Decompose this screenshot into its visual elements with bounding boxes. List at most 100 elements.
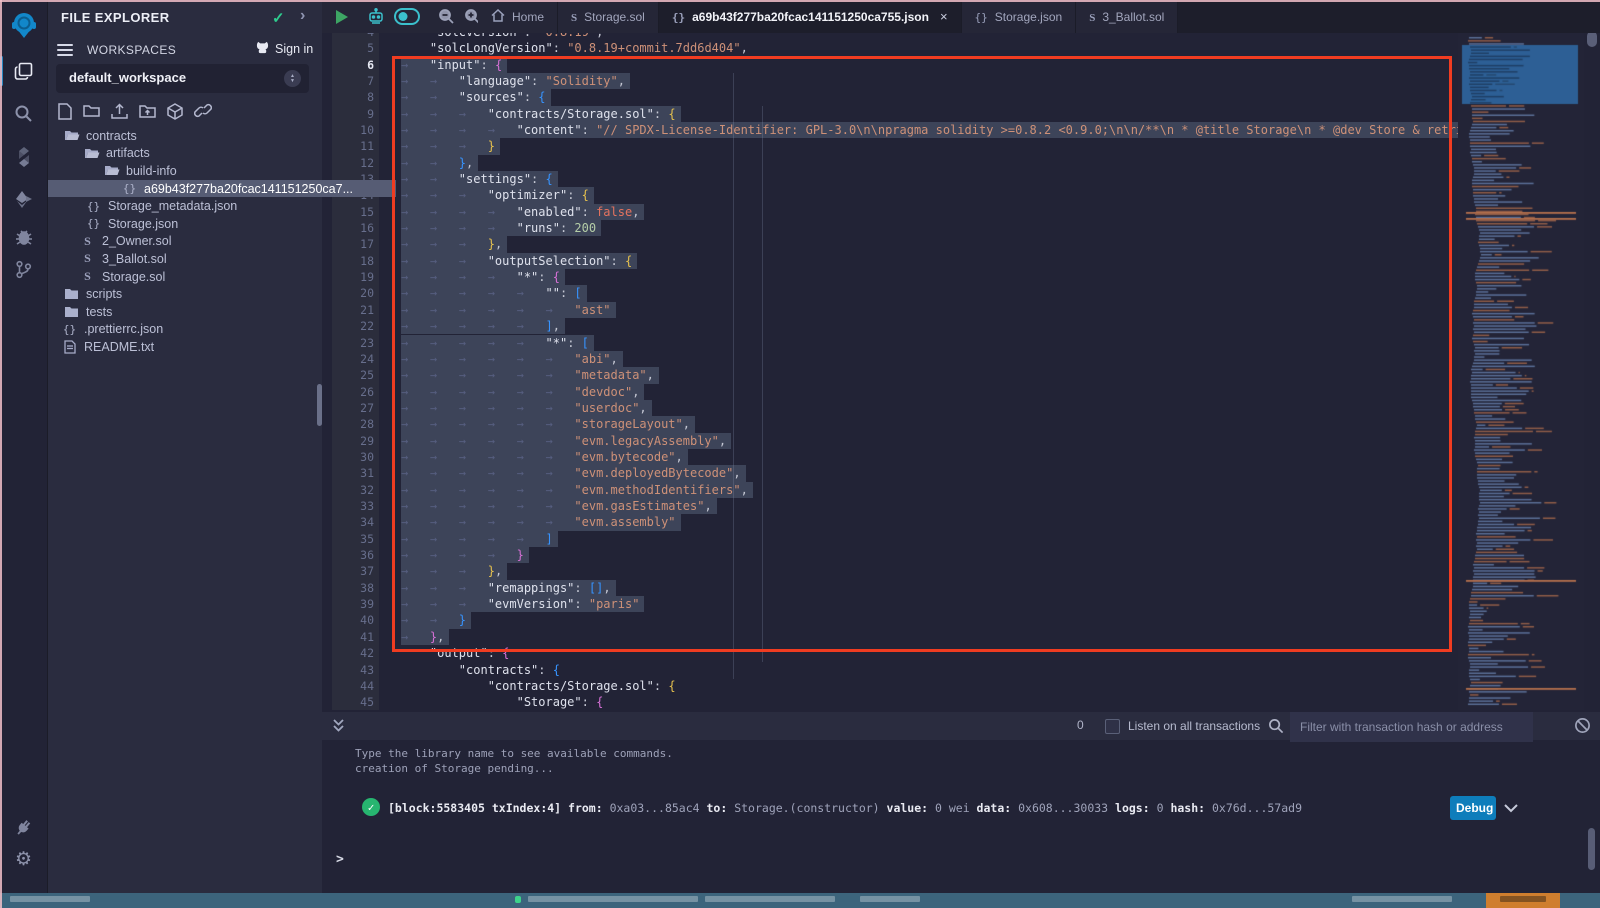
code-line-20[interactable]: 20→ → → → → "": [: [322, 285, 1458, 301]
code-line-12[interactable]: 12→ → },: [322, 155, 1458, 171]
code-line-16[interactable]: 16→ → → → "runs": 200: [322, 220, 1458, 236]
code-line-24[interactable]: 24→ → → → → → "abi",: [322, 351, 1458, 367]
code-line-11[interactable]: 11→ → → }: [322, 138, 1458, 154]
tab-3-ballot-sol[interactable]: S3_Ballot.sol: [1076, 0, 1178, 33]
code-line-25[interactable]: 25→ → → → → → "metadata",: [322, 367, 1458, 383]
code-line-9[interactable]: 9→ → → "contracts/Storage.sol": {: [322, 106, 1458, 122]
tree-item-2-owner-sol[interactable]: S2_Owner.sol: [47, 233, 354, 251]
tree-item-storage-json[interactable]: {}Storage.json: [47, 215, 360, 233]
code-line-21[interactable]: 21→ → → → → → "ast": [322, 302, 1458, 318]
github-sign-in-button[interactable]: Sign in: [255, 41, 313, 57]
code-line-22[interactable]: 22→ → → → → ],: [322, 318, 1458, 334]
panel-expand-chevron-icon[interactable]: ›: [300, 7, 305, 25]
code-line-18[interactable]: 18→ → → "outputSelection": {: [322, 253, 1458, 269]
code-line-28[interactable]: 28→ → → → → → "storageLayout",: [322, 416, 1458, 432]
tab-home[interactable]: Home: [478, 0, 558, 33]
plugin-manager-icon[interactable]: [0, 810, 47, 844]
code-line-26[interactable]: 26→ → → → → → "devdoc",: [322, 384, 1458, 400]
code-line-34[interactable]: 34→ → → → → → "evm.assembly": [322, 514, 1458, 530]
code-line-10[interactable]: 10→ → → → "content": "// SPDX-License-Id…: [322, 122, 1458, 138]
workspace-selector[interactable]: default_workspace ▲▼: [56, 64, 309, 93]
tab-a69b43f277ba20fcac141151250ca755-json[interactable]: {}a69b43f277ba20fcac141151250ca755.json×: [659, 0, 962, 33]
run-script-play-icon[interactable]: [334, 9, 349, 25]
code-line-6[interactable]: 6→ "input": {: [322, 57, 1458, 73]
code-line-32[interactable]: 32→ → → → → → "evm.methodIdentifiers",: [322, 482, 1458, 498]
tab-storage-json[interactable]: {}Storage.json: [962, 0, 1077, 33]
code-line-35[interactable]: 35→ → → → → ]: [322, 531, 1458, 547]
solidity-compiler-icon[interactable]: [0, 140, 47, 174]
terminal-search-icon[interactable]: [1268, 718, 1284, 738]
code-line-43[interactable]: 43→ → "contracts": {: [322, 662, 1458, 678]
publish-ipfs-icon[interactable]: [167, 103, 183, 123]
code-line-30[interactable]: 30→ → → → → → "evm.bytecode",: [322, 449, 1458, 465]
tree-item--prettierrc-json[interactable]: {}.prettierrc.json: [47, 321, 336, 339]
search-icon[interactable]: [0, 96, 47, 130]
tab-close-icon[interactable]: ×: [940, 9, 948, 24]
code-line-13[interactable]: 13→ → "settings": {: [322, 171, 1458, 187]
tree-item-a69b43f277ba20fcac141151250ca7-[interactable]: {}a69b43f277ba20fcac141151250ca7...: [47, 180, 396, 198]
code-editor[interactable]: 4→ "solcVersion": "0.8.19",5→ "solcLongV…: [322, 33, 1458, 710]
code-line-31[interactable]: 31→ → → → → → "evm.deployedBytecode",: [322, 465, 1458, 481]
transaction-log-line[interactable]: [block:5583405 txIndex:4] from: 0xa03...…: [388, 801, 1302, 815]
tree-item-storage-metadata-json[interactable]: {}Storage_metadata.json: [47, 197, 360, 215]
terminal-prompt[interactable]: >: [336, 852, 344, 867]
code-line-33[interactable]: 33→ → → → → → "evm.gasEstimates",: [322, 498, 1458, 514]
code-line-8[interactable]: 8→ → "sources": {: [322, 89, 1458, 105]
upload-folder-icon[interactable]: [139, 103, 156, 123]
workspaces-menu-icon[interactable]: [57, 44, 73, 56]
terminal-collapse-icon[interactable]: [332, 718, 345, 737]
tree-item-build-info[interactable]: build-info: [47, 162, 378, 180]
code-line-27[interactable]: 27→ → → → → → "userdoc",: [322, 400, 1458, 416]
listen-transactions-checkbox[interactable]: [1105, 719, 1120, 734]
code-line-17[interactable]: 17→ → → },: [322, 236, 1458, 252]
code-line-41[interactable]: 41→ },: [322, 629, 1458, 645]
code-line-23[interactable]: 23→ → → → → "*": [: [322, 335, 1458, 351]
upload-file-icon[interactable]: [111, 103, 128, 123]
ai-copilot-toggle-icon[interactable]: [394, 8, 420, 25]
code-line-14[interactable]: 14→ → → "optimizer": {: [322, 187, 1458, 203]
zoom-out-icon[interactable]: [438, 8, 455, 25]
code-line-44[interactable]: 44→ → → "contracts/Storage.sol": {: [322, 678, 1458, 694]
tree-item-storage-sol[interactable]: SStorage.sol: [47, 268, 354, 286]
code-line-45[interactable]: 45→ → → → "Storage": {: [322, 694, 1458, 710]
new-file-icon[interactable]: [58, 103, 72, 123]
editor-minimap[interactable]: [1458, 33, 1584, 710]
publish-gist-icon[interactable]: [194, 103, 212, 123]
editor-scrollbar[interactable]: [1584, 33, 1600, 710]
editor-scrollbar-thumb[interactable]: [1587, 31, 1597, 47]
code-line-7[interactable]: 7→ → "language": "Solidity",: [322, 73, 1458, 89]
code-line-42[interactable]: 42→ "output": {: [322, 645, 1458, 661]
tree-item-contracts[interactable]: contracts: [47, 127, 338, 145]
transaction-filter-input[interactable]: [1290, 712, 1533, 742]
git-icon[interactable]: [0, 252, 47, 286]
code-line-29[interactable]: 29→ → → → → → "evm.legacyAssembly",: [322, 433, 1458, 449]
tree-item-tests[interactable]: tests: [47, 303, 338, 321]
clear-console-ban-icon[interactable]: [1574, 717, 1591, 738]
remix-logo-icon[interactable]: [0, 8, 47, 42]
code-line-4[interactable]: 4→ "solcVersion": "0.8.19",: [322, 33, 1458, 40]
code-line-5[interactable]: 5→ "solcLongVersion": "0.8.19+commit.7dd…: [322, 40, 1458, 56]
debug-button[interactable]: Debug: [1450, 796, 1496, 820]
ai-assistant-robot-icon[interactable]: [367, 8, 385, 26]
tx-expand-chevron-icon[interactable]: [1504, 798, 1518, 817]
code-line-40[interactable]: 40→ → }: [322, 612, 1458, 628]
new-folder-icon[interactable]: [83, 103, 100, 123]
tree-item-3-ballot-sol[interactable]: S3_Ballot.sol: [47, 250, 354, 268]
listen-transactions-label[interactable]: Listen on all transactions: [1128, 719, 1260, 733]
code-line-15[interactable]: 15→ → → → "enabled": false,: [322, 204, 1458, 220]
code-line-38[interactable]: 38→ → → "remappings": [],: [322, 580, 1458, 596]
tree-item-readme-txt[interactable]: README.txt: [47, 338, 336, 356]
workspace-dropdown-arrows-icon[interactable]: ▲▼: [284, 70, 301, 87]
sidebar-scrollbar-thumb[interactable]: [317, 384, 322, 426]
tree-item-artifacts[interactable]: artifacts: [47, 145, 358, 163]
tree-item-scripts[interactable]: scripts: [47, 285, 338, 303]
code-line-19[interactable]: 19→ → → → "*": {: [322, 269, 1458, 285]
settings-gear-icon[interactable]: ⚙: [0, 842, 47, 876]
code-line-39[interactable]: 39→ → → "evmVersion": "paris": [322, 596, 1458, 612]
code-line-36[interactable]: 36→ → → → }: [322, 547, 1458, 563]
code-line-37[interactable]: 37→ → → },: [322, 563, 1458, 579]
file-explorer-icon[interactable]: [0, 54, 47, 88]
terminal-scrollbar-thumb[interactable]: [1588, 828, 1595, 870]
tab-storage-sol[interactable]: SStorage.sol: [558, 0, 659, 33]
debugger-icon[interactable]: [0, 220, 47, 254]
